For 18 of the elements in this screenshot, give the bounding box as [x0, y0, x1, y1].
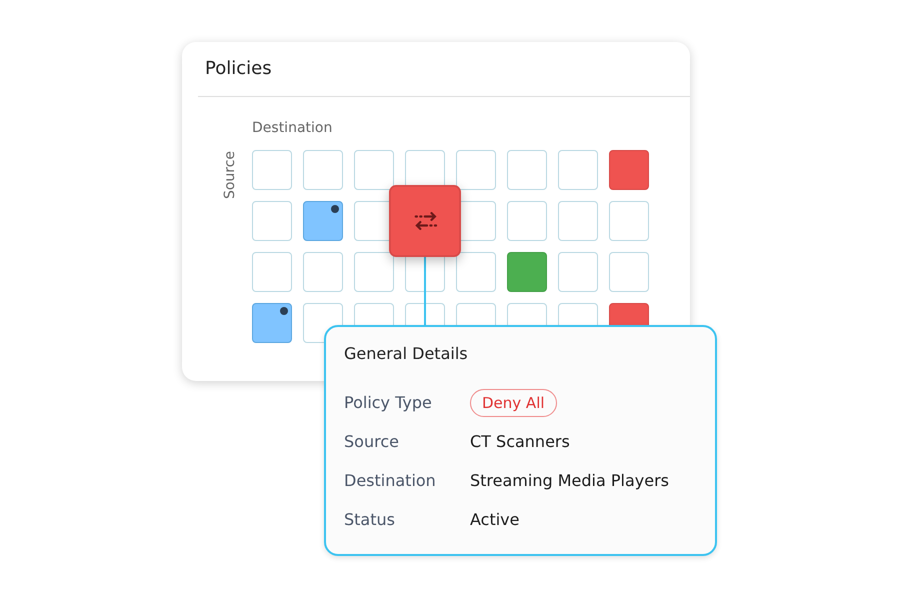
field-value: Active [470, 510, 520, 529]
popup-title: General Details [344, 343, 469, 365]
field-label: Status [344, 510, 395, 529]
policy-type-badge: Deny All [470, 388, 557, 416]
policy-cell[interactable] [609, 150, 649, 190]
policy-cell-popup[interactable] [389, 185, 461, 257]
field-label: Destination [344, 471, 436, 490]
field-value: CT Scanners [470, 432, 570, 451]
swap-arrows-icon [412, 212, 438, 230]
policy-cell[interactable] [252, 303, 292, 343]
field-value: Streaming Media Players [470, 471, 669, 490]
axis-label: Source [222, 150, 238, 200]
policy-cell[interactable] [507, 252, 547, 292]
field-label: Policy Type [344, 393, 432, 412]
axis-label: Destination [252, 119, 332, 138]
card-title: Policies [204, 57, 273, 81]
policy-cell[interactable] [303, 201, 343, 241]
field-label: Source [344, 432, 399, 451]
